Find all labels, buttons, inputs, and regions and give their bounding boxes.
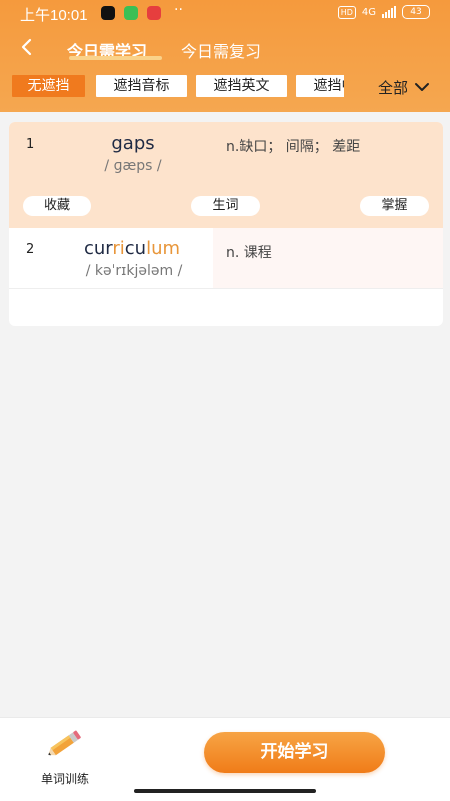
battery-icon: 43: [402, 5, 430, 19]
filter-bar: 无遮挡 遮挡音标 遮挡英文 遮挡中文 全部: [12, 75, 450, 99]
home-indicator: [134, 789, 316, 793]
nav-bar: 今日需学习 今日需复习: [0, 34, 450, 64]
chip-cover-phonetic[interactable]: 遮挡音标: [96, 75, 187, 97]
word-index: 1: [26, 137, 35, 152]
start-learning-button[interactable]: 开始学习: [204, 732, 385, 773]
word-training-button[interactable]: 单词训练: [25, 728, 105, 788]
dropdown-label: 全部: [378, 78, 409, 97]
status-right: HD 4G 43: [337, 5, 430, 19]
pencil-icon: [48, 730, 81, 756]
tiktok-icon: [101, 6, 115, 20]
status-bar: 上午10:01 ·· HD 4G 43: [0, 0, 450, 26]
word-row[interactable]: 2 curriculum / kəˈrɪkjələm / n. 课程: [9, 228, 443, 288]
active-tab-indicator: [69, 56, 162, 60]
tab-today-review[interactable]: 今日需复习: [181, 38, 261, 62]
word-meaning: n. 课程: [226, 245, 272, 261]
word-meaning: n.缺口； 间隔； 差距: [226, 139, 361, 155]
phone-icon: [124, 6, 138, 20]
app-icon: [147, 6, 161, 20]
row-divider: [9, 288, 443, 289]
syllable: lum: [146, 238, 181, 259]
chip-no-cover[interactable]: 无遮挡: [12, 75, 85, 97]
signal-icon: [382, 6, 396, 18]
word-phonetic: / kəˈrɪkjələm /: [85, 263, 183, 279]
range-dropdown[interactable]: 全部: [378, 75, 430, 99]
chip-cover-english[interactable]: 遮挡英文: [196, 75, 287, 97]
chip-cover-chinese[interactable]: 遮挡中文: [296, 75, 344, 97]
network-label: 4G: [361, 6, 376, 18]
hd-badge: HD: [337, 5, 356, 19]
word-index: 2: [26, 242, 35, 257]
new-word-button[interactable]: 生词: [191, 196, 260, 216]
mastered-button[interactable]: 掌握: [360, 196, 429, 216]
back-icon[interactable]: [16, 36, 38, 58]
word-phonetic: / ɡæps /: [104, 158, 162, 174]
status-time: 上午10:01: [20, 7, 88, 24]
chevron-down-icon: [415, 83, 430, 91]
syllable: cur: [83, 238, 113, 259]
filter-chip-scroller[interactable]: 无遮挡 遮挡音标 遮挡英文 遮挡中文: [12, 75, 344, 99]
word-text: curriculum: [65, 238, 199, 259]
word-text: gaps: [111, 133, 155, 154]
favorite-button[interactable]: 收藏: [23, 196, 91, 216]
word-row[interactable]: 1 gaps / ɡæps / n.缺口； 间隔； 差距 收藏 生词 掌握: [9, 122, 443, 228]
word-list-card: 1 gaps / ɡæps / n.缺口； 间隔； 差距 收藏 生词 掌握 2 …: [9, 122, 443, 326]
word-training-label: 单词训练: [40, 772, 89, 786]
more-notifications-icon: ··: [174, 2, 183, 18]
syllable: cu: [124, 238, 147, 259]
syllable: ri: [112, 238, 125, 259]
header: 上午10:01 ·· HD 4G 43 今日需学习 今日需复习 无遮挡 遮挡音标…: [0, 0, 450, 112]
